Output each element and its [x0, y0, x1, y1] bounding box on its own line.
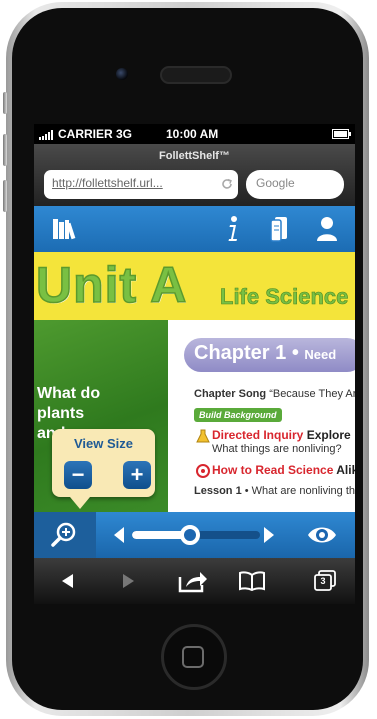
- forward-arrow-icon[interactable]: [122, 573, 136, 589]
- explore-label: Explore: [306, 428, 351, 442]
- url-text: http://follettshelf.url...: [52, 176, 163, 190]
- mute-switch: [3, 92, 7, 114]
- chapter-title: Chapter 1 • Need: [194, 342, 336, 365]
- chapter-label: Chapter 1: [194, 342, 287, 364]
- url-field[interactable]: http://follettshelf.url...: [44, 170, 238, 199]
- view-size-popup: View Size − +: [52, 429, 155, 509]
- view-size-title: View Size: [73, 436, 133, 451]
- app-toolbar: [34, 206, 355, 252]
- unit-heading: Unit A: [35, 256, 188, 314]
- how-to-read-tail: Alike: [336, 463, 355, 477]
- flask-icon: [196, 429, 210, 443]
- clock: 10:00 AM: [166, 127, 219, 141]
- carrier-label: CARRIER 3G: [58, 127, 133, 141]
- toc-how-to-read: How to Read Science Alike: [212, 463, 355, 477]
- browser-chrome: FollettShelf™ http://follettshelf.url...…: [34, 144, 355, 206]
- toc-directed-inquiry: Directed Inquiry Explore: [212, 428, 351, 442]
- info-icon[interactable]: [226, 215, 240, 243]
- user-icon[interactable]: [316, 216, 338, 242]
- share-icon[interactable]: [178, 569, 208, 593]
- page-title: FollettShelf™: [159, 150, 230, 162]
- reload-icon[interactable]: [220, 177, 234, 191]
- zoom-out-button[interactable]: −: [64, 461, 92, 489]
- eye-icon[interactable]: [306, 524, 338, 546]
- search-field[interactable]: Google: [246, 170, 344, 199]
- bookmarks-icon[interactable]: [238, 571, 266, 592]
- earpiece-speaker: [160, 66, 232, 84]
- signal-bars-icon: [38, 128, 58, 140]
- directed-inquiry-label: Directed Inquiry: [212, 428, 304, 442]
- unit-subject: Life Science: [220, 284, 349, 310]
- lesson1-text: What are nonliving th: [251, 485, 355, 497]
- zoom-in-button[interactable]: +: [123, 461, 151, 489]
- battery-icon: [332, 129, 352, 140]
- chapter-title-cut: Need: [304, 347, 337, 362]
- prev-page-arrow-icon[interactable]: [112, 526, 126, 544]
- chapter-bullet: •: [291, 342, 305, 364]
- zoom-toggle[interactable]: [34, 512, 96, 558]
- front-camera: [116, 68, 128, 80]
- volume-down-button: [3, 180, 7, 212]
- screen: CARRIER 3G 10:00 AM FollettShelf™ http:/…: [34, 124, 355, 604]
- directed-question: What things are nonliving?: [212, 443, 342, 455]
- back-arrow-icon[interactable]: [60, 573, 74, 589]
- page-toolbar: [34, 512, 355, 558]
- home-square-icon: [182, 646, 204, 668]
- target-icon: [196, 464, 210, 478]
- chapter-song-label: Chapter Song: [194, 388, 267, 400]
- how-to-read-label: How to Read Science: [212, 463, 334, 477]
- chapter-song-title: “Because They Ar: [269, 388, 355, 400]
- browser-bottom-bar: 3: [34, 558, 355, 604]
- page-slider-thumb[interactable]: [179, 525, 200, 545]
- lesson1-bullet: •: [244, 485, 252, 497]
- volume-up-button: [3, 134, 7, 166]
- next-page-arrow-icon[interactable]: [262, 526, 276, 544]
- status-bar: CARRIER 3G 10:00 AM: [34, 124, 355, 144]
- slider-thumb-dot: [183, 529, 196, 541]
- bookshelf-icon[interactable]: [52, 217, 80, 241]
- notes-icon[interactable]: [268, 215, 290, 243]
- toc-chapter-song: Chapter Song “Because They Ar: [194, 388, 355, 400]
- toc-lesson-1: Lesson 1 • What are nonliving th: [194, 485, 355, 497]
- build-background-tag: Build Background: [194, 408, 282, 422]
- lesson1-label: Lesson 1: [194, 485, 242, 497]
- tab-count: 3: [320, 576, 326, 586]
- zoom-magnifier-icon: [50, 521, 78, 549]
